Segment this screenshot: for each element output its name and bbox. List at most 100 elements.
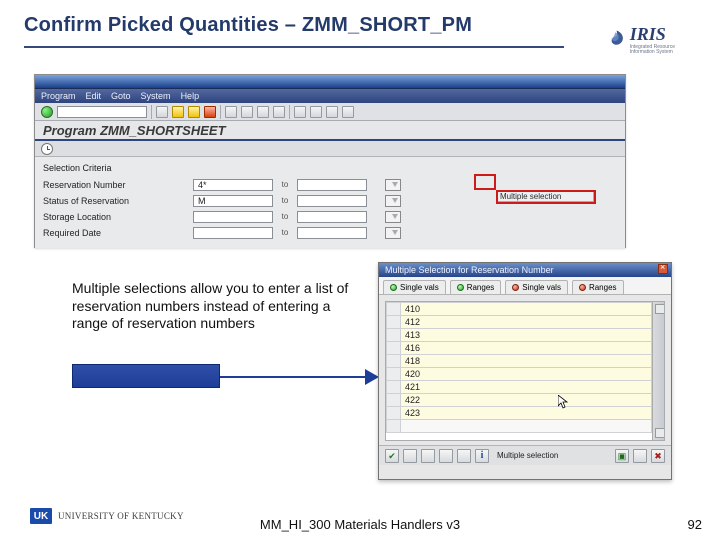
info-icon[interactable] — [475, 449, 489, 463]
back-icon[interactable] — [172, 106, 184, 118]
list-item: 416 — [387, 342, 652, 355]
to-label: to — [273, 196, 297, 205]
field-storage-from[interactable] — [193, 211, 273, 223]
label-required-date: Required Date — [43, 228, 193, 238]
arrow-head-icon — [365, 369, 379, 385]
to-label: to — [273, 180, 297, 189]
toolbar-icon[interactable] — [273, 106, 285, 118]
label-storage: Storage Location — [43, 212, 193, 222]
tab-single-vals-exclude[interactable]: Single vals — [505, 280, 568, 294]
scrollbar[interactable] — [652, 302, 664, 440]
close-icon[interactable] — [658, 264, 668, 274]
field-reservation-from[interactable]: 4* — [193, 179, 273, 191]
toolbar-icon[interactable] — [241, 106, 253, 118]
list-item — [387, 420, 652, 433]
toolbar-sep — [220, 105, 221, 119]
title-underline — [24, 46, 564, 48]
cancel-icon[interactable] — [204, 106, 216, 118]
menu-goto[interactable]: Goto — [111, 91, 131, 101]
criteria-row: Required Date to — [43, 225, 617, 240]
field-status-to[interactable] — [297, 195, 367, 207]
iris-logo: IRIS Integrated Resource Information Sys… — [606, 22, 694, 56]
field-date-to[interactable] — [297, 227, 367, 239]
toolbar-icon[interactable] — [225, 106, 237, 118]
list-item: 412 — [387, 316, 652, 329]
popup-value-grid: 410 412 413 416 418 420 421 422 423 — [385, 301, 665, 441]
arrow-line — [220, 376, 368, 378]
popup-button[interactable] — [403, 449, 417, 463]
sap-popup-window: Multiple Selection for Reservation Numbe… — [378, 262, 672, 480]
popup-button[interactable] — [421, 449, 435, 463]
toolbar-sep — [151, 105, 152, 119]
accept-icon[interactable] — [385, 449, 399, 463]
execute-icon[interactable] — [41, 143, 53, 155]
multi-tooltip: Multiple selection — [497, 191, 594, 202]
popup-button[interactable] — [615, 449, 629, 463]
popup-status: Multiple selection — [497, 451, 558, 460]
tab-single-vals-include[interactable]: Single vals — [383, 280, 446, 294]
value-cell[interactable]: 422 — [401, 394, 652, 407]
list-item: 418 — [387, 355, 652, 368]
arrow-box — [72, 364, 220, 388]
command-field[interactable] — [57, 106, 147, 118]
menu-program[interactable]: Program — [41, 91, 76, 101]
value-cell[interactable]: 418 — [401, 355, 652, 368]
value-cell[interactable]: 413 — [401, 329, 652, 342]
multi-select-button[interactable] — [385, 227, 401, 239]
toolbar-icon[interactable] — [342, 106, 354, 118]
field-storage-to[interactable] — [297, 211, 367, 223]
label-status: Status of Reservation — [43, 196, 193, 206]
iris-sub: Integrated Resource Information System — [630, 45, 694, 55]
menu-system[interactable]: System — [141, 91, 171, 101]
section-title: Selection Criteria — [43, 163, 617, 173]
sap-toolbar — [35, 103, 625, 121]
value-cell[interactable]: 421 — [401, 381, 652, 394]
toolbar-icon[interactable] — [294, 106, 306, 118]
field-reservation-to[interactable] — [297, 179, 367, 191]
sap-sub-toolbar — [35, 141, 625, 157]
popup-button[interactable] — [633, 449, 647, 463]
toolbar-icon[interactable] — [257, 106, 269, 118]
value-cell[interactable]: 420 — [401, 368, 652, 381]
value-cell-empty[interactable] — [401, 420, 652, 433]
popup-button[interactable] — [439, 449, 453, 463]
sap-menubar: Program Edit Goto System Help — [35, 89, 625, 103]
sap-main-window: Program Edit Goto System Help Program ZM… — [34, 74, 626, 248]
popup-bottom-bar: Multiple selection — [379, 445, 671, 465]
value-cell[interactable]: 412 — [401, 316, 652, 329]
value-cell[interactable]: 423 — [401, 407, 652, 420]
menu-edit[interactable]: Edit — [86, 91, 102, 101]
value-cell[interactable]: 416 — [401, 342, 652, 355]
tab-ranges-include[interactable]: Ranges — [450, 280, 502, 294]
ok-button-icon[interactable] — [41, 106, 53, 118]
field-status-from[interactable]: M — [193, 195, 273, 207]
toolbar-icon[interactable] — [156, 106, 168, 118]
toolbar-icon[interactable] — [310, 106, 322, 118]
popup-tabs: Single vals Ranges Single vals Ranges — [379, 277, 671, 295]
list-item: 413 — [387, 329, 652, 342]
exit-icon[interactable] — [188, 106, 200, 118]
menu-help[interactable]: Help — [181, 91, 200, 101]
list-item: 422 — [387, 394, 652, 407]
sap-titlebar — [35, 75, 625, 89]
iris-label: IRIS — [630, 24, 694, 45]
popup-titlebar: Multiple Selection for Reservation Numbe… — [379, 263, 671, 277]
tab-ranges-exclude[interactable]: Ranges — [572, 280, 624, 294]
slide-title: Confirm Picked Quantities – ZMM_SHORT_PM — [24, 14, 472, 37]
label-reservation-number: Reservation Number — [43, 180, 193, 190]
delete-icon[interactable] — [651, 449, 665, 463]
criteria-row: Storage Location to — [43, 209, 617, 224]
popup-button[interactable] — [457, 449, 471, 463]
field-date-from[interactable] — [193, 227, 273, 239]
list-item: 420 — [387, 368, 652, 381]
value-cell[interactable]: 410 — [401, 303, 652, 316]
popup-title-text: Multiple Selection for Reservation Numbe… — [385, 265, 554, 275]
page-number: 92 — [688, 517, 702, 532]
to-label: to — [273, 228, 297, 237]
multi-select-button[interactable] — [385, 195, 401, 207]
multi-select-button[interactable] — [385, 211, 401, 223]
toolbar-icon[interactable] — [326, 106, 338, 118]
multi-select-button[interactable] — [385, 179, 401, 191]
explanatory-text: Multiple selections allow you to enter a… — [72, 280, 352, 333]
list-item: 410 — [387, 303, 652, 316]
